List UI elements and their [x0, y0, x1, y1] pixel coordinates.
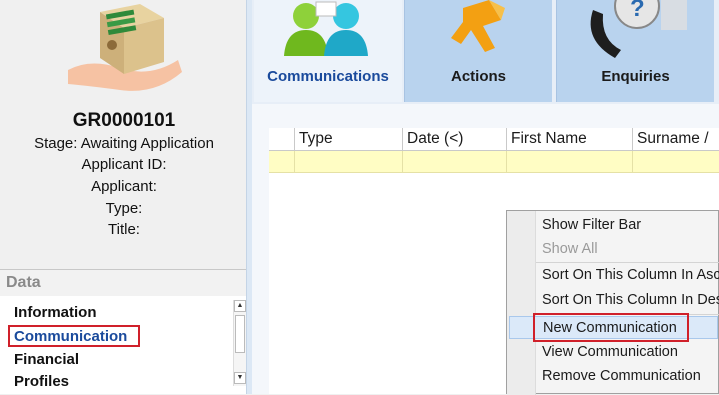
new-communication-highlight-box — [533, 313, 689, 342]
menu-item-remove-communication[interactable]: Remove Communication — [536, 365, 719, 388]
record-summary-panel: GR0000101 Stage: Awaiting Application Ap… — [0, 0, 248, 394]
nav-item-information[interactable]: Information — [14, 304, 97, 321]
column-header-selector[interactable] — [269, 128, 295, 150]
scroll-up-button[interactable]: ▲ — [234, 300, 246, 312]
communication-highlight-box — [8, 325, 140, 347]
menu-item-sort-descending[interactable]: Sort On This Column In Des — [536, 289, 719, 312]
action-toolbar: Communications Actions ? Enquiries — [252, 0, 719, 104]
column-header-date[interactable]: Date (<) — [403, 128, 507, 150]
scroll-down-button[interactable]: ▼ — [234, 372, 246, 384]
data-section-title: Data — [6, 274, 41, 291]
menu-separator — [536, 262, 719, 263]
phone-help-icon: ? — [590, 0, 687, 58]
title-label: Title: — [108, 221, 140, 238]
filter-cell[interactable] — [403, 151, 507, 172]
svg-text:?: ? — [630, 0, 645, 22]
menu-icon-gutter — [507, 211, 536, 395]
nav-item-financial[interactable]: Financial — [14, 351, 79, 368]
people-icon — [284, 1, 368, 56]
column-header-type[interactable]: Type — [295, 128, 403, 150]
applicant-id-label: Applicant ID: — [81, 156, 167, 173]
menu-item-show-filter-bar[interactable]: Show Filter Bar — [536, 214, 719, 237]
filter-cell[interactable] — [507, 151, 633, 172]
nav-item-profiles[interactable]: Profiles — [14, 373, 69, 390]
type-label: Type: — [105, 200, 143, 217]
filter-cell[interactable] — [269, 151, 295, 172]
grid-filter-row[interactable] — [269, 151, 719, 173]
tab-enquiries[interactable]: ? Enquiries — [556, 0, 714, 102]
menu-item-view-communication[interactable]: View Communication — [536, 341, 719, 364]
tab-actions[interactable]: Actions — [404, 0, 552, 102]
scroll-thumb[interactable] — [235, 315, 245, 353]
column-header-surname[interactable]: Surname / — [633, 128, 719, 150]
menu-item-sort-ascending[interactable]: Sort On This Column In Asc — [536, 264, 719, 287]
nav-list-scrollbar[interactable]: ▲ ▼ — [233, 300, 247, 386]
grant-box-hand-icon — [68, 4, 182, 91]
tab-enquiries-label: Enquiries — [601, 68, 670, 85]
data-section-header: Data — [0, 269, 246, 297]
tab-actions-label: Actions — [450, 68, 506, 85]
data-nav-list: Information Communication Financial Prof… — [0, 296, 246, 394]
stage-label: Stage: Awaiting Application — [34, 135, 214, 152]
filter-cell[interactable] — [295, 151, 403, 172]
record-id: GR0000101 — [72, 110, 176, 131]
applicant-label: Applicant: — [91, 178, 157, 195]
column-header-first-name[interactable]: First Name — [507, 128, 633, 150]
grid-header-row: Type Date (<) First Name Surname / — [269, 128, 719, 151]
grid-context-menu: Show Filter Bar Show All Sort On This Co… — [506, 210, 719, 395]
running-man-icon — [451, 0, 505, 52]
menu-item-show-all: Show All — [542, 241, 598, 257]
tab-communications[interactable]: Communications — [254, 0, 402, 102]
tab-communications-label: Communications — [267, 68, 389, 85]
